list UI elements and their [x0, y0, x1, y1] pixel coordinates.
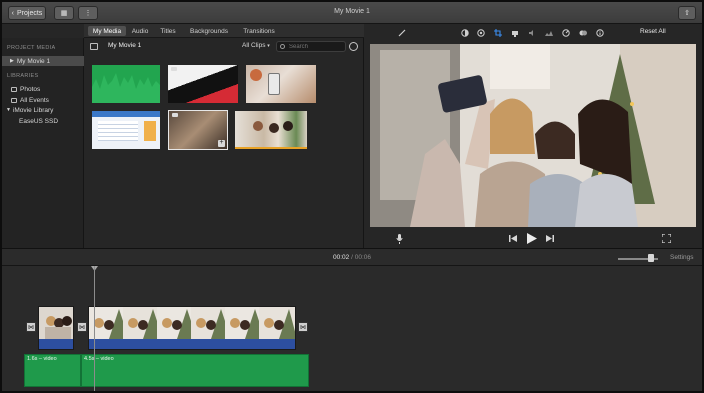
- sidebar-item-imovie-library[interactable]: ▼ iMovie Library: [2, 105, 84, 115]
- reset-all-button[interactable]: Reset All: [640, 28, 666, 35]
- screenshot-side: [144, 121, 156, 141]
- phone-shape: [268, 73, 280, 95]
- skip-back-icon[interactable]: [509, 234, 518, 243]
- audio-clip[interactable]: 4.5s – video: [81, 354, 309, 387]
- disclosure-down-icon: ▼: [6, 107, 11, 113]
- person-shape: [253, 121, 263, 131]
- time-separator: /: [351, 254, 353, 261]
- camera-icon: [171, 67, 177, 71]
- chevron-down-icon: ▾: [267, 43, 270, 49]
- tab-backgrounds[interactable]: Backgrounds: [186, 26, 232, 36]
- playhead[interactable]: [94, 266, 95, 391]
- media-thumbnail[interactable]: [92, 111, 160, 149]
- add-clip-icon[interactable]: +: [218, 139, 225, 147]
- speed-icon[interactable]: [562, 29, 570, 37]
- sidebar-item-label: My Movie 1: [16, 57, 51, 65]
- library-sidebar: PROJECT MEDIA ▶ My Movie 1 LIBRARIES Pho…: [2, 38, 84, 248]
- screenshot-lines: [98, 121, 138, 141]
- fullscreen-icon[interactable]: [662, 234, 671, 243]
- timecode: 00:02 / 00:06: [333, 254, 371, 261]
- audio-clip-label: 4.5s – video: [84, 356, 114, 362]
- video-preview: [370, 44, 696, 227]
- media-thumbnail-selected[interactable]: +: [168, 110, 228, 150]
- video-clip[interactable]: [88, 306, 296, 350]
- color-correction-icon[interactable]: [477, 29, 485, 37]
- clip-audio-strip: [39, 339, 73, 349]
- play-icon[interactable]: [526, 233, 537, 244]
- zoom-slider-handle[interactable]: [648, 254, 654, 262]
- magic-wand-icon[interactable]: [398, 29, 406, 37]
- media-thumbnail[interactable]: [235, 111, 307, 149]
- clips-filter-label: All Clips: [242, 42, 266, 49]
- info-icon[interactable]: [596, 29, 604, 37]
- share-button[interactable]: ⇧: [678, 6, 696, 20]
- timeline[interactable]: ⋈ ⋈ ⋈ 1.6s – video 4.5s – video: [2, 266, 702, 391]
- skip-forward-icon[interactable]: [545, 234, 554, 243]
- sidebar-item-all-events[interactable]: All Events: [2, 95, 84, 105]
- person-shape: [283, 121, 293, 131]
- project-media-heading: PROJECT MEDIA: [7, 45, 56, 51]
- clip-audio-strip: [89, 339, 295, 349]
- sidebar-item-easeus-ssd[interactable]: EaseUS SSD: [2, 116, 84, 126]
- share-icon: ⇧: [684, 10, 690, 17]
- video-clip[interactable]: [38, 306, 74, 350]
- tab-my-media[interactable]: My Media: [88, 26, 126, 36]
- media-thumbnail[interactable]: [92, 65, 160, 103]
- window-title: My Movie 1: [334, 8, 370, 15]
- sidebar-item-label: All Events: [20, 96, 49, 104]
- timeline-header: 00:02 / 00:06 Settings: [2, 248, 702, 266]
- sidebar-item-label: iMovie Library: [12, 106, 54, 114]
- clip-frame-art: [39, 307, 73, 341]
- plant-shape: [250, 69, 262, 81]
- tab-titles[interactable]: Titles: [156, 26, 180, 36]
- sidebar-toggle-icon[interactable]: [90, 43, 98, 50]
- transition-icon[interactable]: ⋈: [77, 322, 87, 332]
- crop-icon[interactable]: [494, 29, 502, 37]
- current-time: 00:02: [333, 254, 350, 261]
- search-icon: [280, 44, 285, 49]
- title-bar: ‹ Projects ▦ ⋮ My Movie 1 ⇧: [2, 2, 702, 24]
- imovie-window: ‹ Projects ▦ ⋮ My Movie 1 ⇧ My Media Aud…: [0, 0, 704, 393]
- camera-icon: [172, 113, 178, 117]
- transition-icon[interactable]: ⋈: [298, 322, 308, 332]
- audio-waveform: [92, 73, 160, 103]
- tab-transitions[interactable]: Transitions: [238, 26, 280, 36]
- total-time: 00:06: [354, 254, 371, 261]
- disclosure-icon: ▶: [10, 58, 14, 64]
- audio-clip[interactable]: 1.6s – video: [24, 354, 81, 387]
- media-thumbnail[interactable]: [246, 65, 316, 103]
- person-shape: [269, 123, 279, 133]
- libraries-heading: LIBRARIES: [7, 73, 39, 79]
- search-input[interactable]: [276, 41, 346, 52]
- color-balance-icon[interactable]: [461, 29, 469, 37]
- clip-filmstrip-art: [89, 307, 295, 341]
- stabilization-icon[interactable]: [511, 29, 519, 37]
- media-browser: My Movie 1 All Clips ▾ +: [84, 38, 364, 248]
- audio-clip-label: 1.6s – video: [27, 356, 57, 362]
- clip-progress-bar: [235, 147, 307, 149]
- viewer-panel: Reset All: [364, 24, 702, 248]
- clips-filter[interactable]: All Clips ▾: [242, 42, 270, 49]
- sidebar-item-label: EaseUS SSD: [19, 117, 59, 125]
- sidebar-item-label: Photos: [20, 85, 41, 93]
- transition-icon[interactable]: ⋈: [26, 322, 36, 332]
- timeline-settings-button[interactable]: Settings: [670, 254, 694, 261]
- media-tabs: My Media Audio Titles Backgrounds Transi…: [84, 24, 364, 38]
- browser-title: My Movie 1: [108, 42, 142, 49]
- sidebar-item-my-movie[interactable]: ▶ My Movie 1: [2, 56, 84, 66]
- volume-icon[interactable]: [528, 29, 536, 37]
- noise-reduction-icon[interactable]: [545, 29, 553, 37]
- events-icon: [11, 97, 17, 103]
- sidebar-item-photos[interactable]: Photos: [2, 84, 84, 94]
- photos-icon: [11, 86, 17, 92]
- settings-gear-icon[interactable]: [349, 42, 358, 51]
- screenshot-header: [92, 111, 160, 117]
- clip-filter-icon[interactable]: [579, 29, 587, 37]
- microphone-icon[interactable]: [396, 234, 403, 244]
- preview-frame-art: [370, 44, 696, 227]
- media-thumbnail[interactable]: [168, 65, 238, 103]
- tab-audio[interactable]: Audio: [128, 26, 152, 36]
